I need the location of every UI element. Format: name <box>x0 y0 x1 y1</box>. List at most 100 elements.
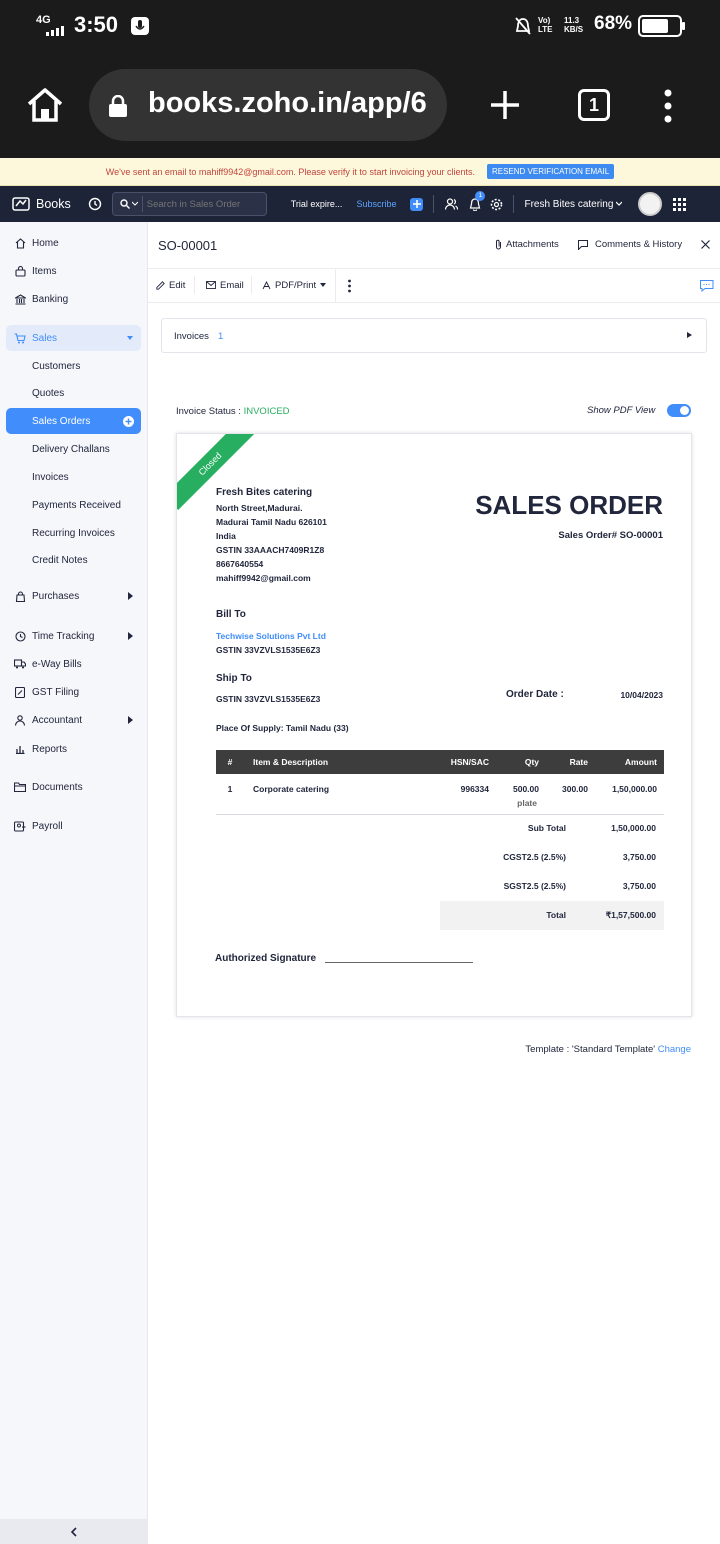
sidebar-item-credit-notes[interactable]: Credit Notes <box>6 547 141 573</box>
subtotal-label: Sub Total <box>527 823 566 833</box>
app-grid-icon[interactable] <box>673 197 687 211</box>
sidebar-item-sales-orders[interactable]: Sales Orders <box>6 408 141 434</box>
sidebar-item-banking[interactable]: Banking <box>6 286 141 312</box>
sidebar-item-reports[interactable]: Reports <box>6 736 141 762</box>
sidebar-item-label: Sales <box>32 332 58 344</box>
authorized-signature-label: Authorized Signature <box>215 953 317 964</box>
url-text: books.zoho.in/app/6 <box>148 87 427 119</box>
invoices-count: 1 <box>218 331 224 342</box>
payroll-icon <box>14 820 26 832</box>
settings-gear-icon[interactable] <box>490 198 503 211</box>
comments-history-button[interactable]: Comments & History <box>578 239 682 250</box>
invoice-status-value: INVOICED <box>243 406 290 417</box>
sidebar-item-label: Documents <box>32 781 83 793</box>
tab-switcher-button[interactable]: 1 <box>578 89 610 121</box>
edit-button[interactable]: Edit <box>156 278 185 292</box>
sales-order-number: Sales Order# SO-00001 <box>558 530 663 541</box>
user-avatar[interactable] <box>638 192 663 216</box>
resend-verification-button[interactable]: RESEND VERIFICATION EMAIL <box>486 164 615 179</box>
invoices-panel[interactable]: Invoices 1 <box>161 318 707 353</box>
sidebar-item-recurring-invoices[interactable]: Recurring Invoices <box>6 520 141 546</box>
sidebar: Home Items Banking Sales Customers Quote… <box>0 222 148 1544</box>
collapse-sidebar-button[interactable] <box>0 1519 148 1544</box>
org-switcher[interactable]: Fresh Bites catering <box>524 199 613 210</box>
add-sales-order-icon[interactable] <box>123 416 134 427</box>
sidebar-item-quotes[interactable]: Quotes <box>6 380 141 406</box>
sidebar-item-home[interactable]: Home <box>6 230 141 256</box>
lte-indicator: Vo) LTE <box>538 16 553 34</box>
place-of-supply: Place Of Supply: Tamil Nadu (33) <box>216 723 349 733</box>
sidebar-item-accountant[interactable]: Accountant <box>6 707 141 733</box>
basket-icon <box>14 265 26 277</box>
envelope-icon <box>206 281 216 289</box>
total-label: Total <box>546 910 566 920</box>
chat-icon[interactable] <box>700 280 714 292</box>
company-line: India <box>216 531 236 541</box>
home-icon[interactable] <box>26 87 64 123</box>
quantity-value: 500.00 <box>513 784 539 794</box>
caret-down-icon <box>320 283 327 287</box>
search-box[interactable] <box>111 192 267 216</box>
sidebar-item-purchases[interactable]: Purchases <box>6 583 141 609</box>
attachments-button[interactable]: Attachments <box>495 239 559 250</box>
sidebar-item-items[interactable]: Items <box>6 258 141 284</box>
chevron-down-icon <box>131 201 138 206</box>
notifications-button[interactable]: 1 <box>469 190 486 211</box>
pdf-view-toggle[interactable] <box>667 404 691 417</box>
customer-link[interactable]: Techwise Solutions Pvt Ltd <box>216 631 326 641</box>
pdf-view-label: Show PDF View <box>587 405 656 416</box>
notification-count-badge: 1 <box>475 190 486 201</box>
sidebar-item-payroll[interactable]: Payroll <box>6 813 141 839</box>
amount: 1,50,000.00 <box>612 784 657 794</box>
comment-icon <box>578 239 588 250</box>
email-button[interactable]: Email <box>206 278 244 292</box>
sidebar-item-invoices[interactable]: Invoices <box>6 464 141 490</box>
subscribe-link[interactable]: Subscribe <box>356 199 396 209</box>
pdf-print-button[interactable]: PDF/Print <box>262 278 327 292</box>
sidebar-item-label: Home <box>32 237 59 249</box>
sidebar-item-eway-bills[interactable]: e-Way Bills <box>6 651 141 677</box>
column-header: Item & Description <box>244 750 407 774</box>
sidebar-item-label: Reports <box>32 743 68 755</box>
sidebar-item-sales[interactable]: Sales <box>6 325 141 351</box>
new-tab-icon[interactable] <box>489 89 521 121</box>
company-line: 8667640554 <box>216 559 264 569</box>
chevron-right-icon <box>128 716 133 724</box>
sidebar-item-delivery-challans[interactable]: Delivery Challans <box>6 436 141 462</box>
sidebar-item-time-tracking[interactable]: Time Tracking <box>6 623 141 649</box>
sidebar-item-label: Banking <box>32 293 69 305</box>
lock-icon <box>109 95 127 117</box>
close-icon[interactable] <box>701 240 710 249</box>
change-template-link[interactable]: Change <box>658 1044 691 1055</box>
sidebar-item-payments-received[interactable]: Payments Received <box>6 492 141 518</box>
books-logo-icon <box>12 197 30 211</box>
column-header: HSN/SAC <box>407 750 491 774</box>
pencil-icon <box>156 280 165 290</box>
company-line: GSTIN 33AAACH7409R1Z8 <box>216 545 325 555</box>
sidebar-item-documents[interactable]: Documents <box>6 774 141 800</box>
shopping-bag-icon <box>14 590 26 602</box>
mic-notification-icon <box>131 17 149 35</box>
team-icon[interactable] <box>445 198 459 210</box>
data-speed: 11.3 KB/S <box>564 16 584 34</box>
cart-icon <box>14 332 26 344</box>
more-options-icon[interactable] <box>347 279 352 293</box>
home-icon <box>14 237 26 249</box>
bill-to-gstin: GSTIN 33VZVLS1535E6Z3 <box>216 645 321 655</box>
total-value: ₹1,57,500.00 <box>605 910 656 920</box>
sgst-label: SGST2.5 (2.5%) <box>503 881 566 891</box>
recent-history-icon[interactable] <box>88 197 102 211</box>
pdf-print-label: PDF/Print <box>275 279 317 291</box>
bill-to-label: Bill To <box>216 609 246 620</box>
browser-menu-icon[interactable] <box>662 89 674 123</box>
sidebar-item-label: Items <box>32 265 57 277</box>
quick-create-button[interactable] <box>410 197 424 211</box>
sidebar-item-label: GST Filing <box>32 686 80 698</box>
sidebar-item-customers[interactable]: Customers <box>6 353 141 379</box>
rate: 300.00 <box>562 784 588 794</box>
url-field[interactable]: books.zoho.in/app/6 <box>89 69 447 141</box>
search-input[interactable] <box>146 198 262 210</box>
sidebar-item-gst-filing[interactable]: GST Filing <box>6 679 141 705</box>
chevron-right-icon <box>128 592 133 600</box>
clock: 3:50 <box>74 12 119 37</box>
